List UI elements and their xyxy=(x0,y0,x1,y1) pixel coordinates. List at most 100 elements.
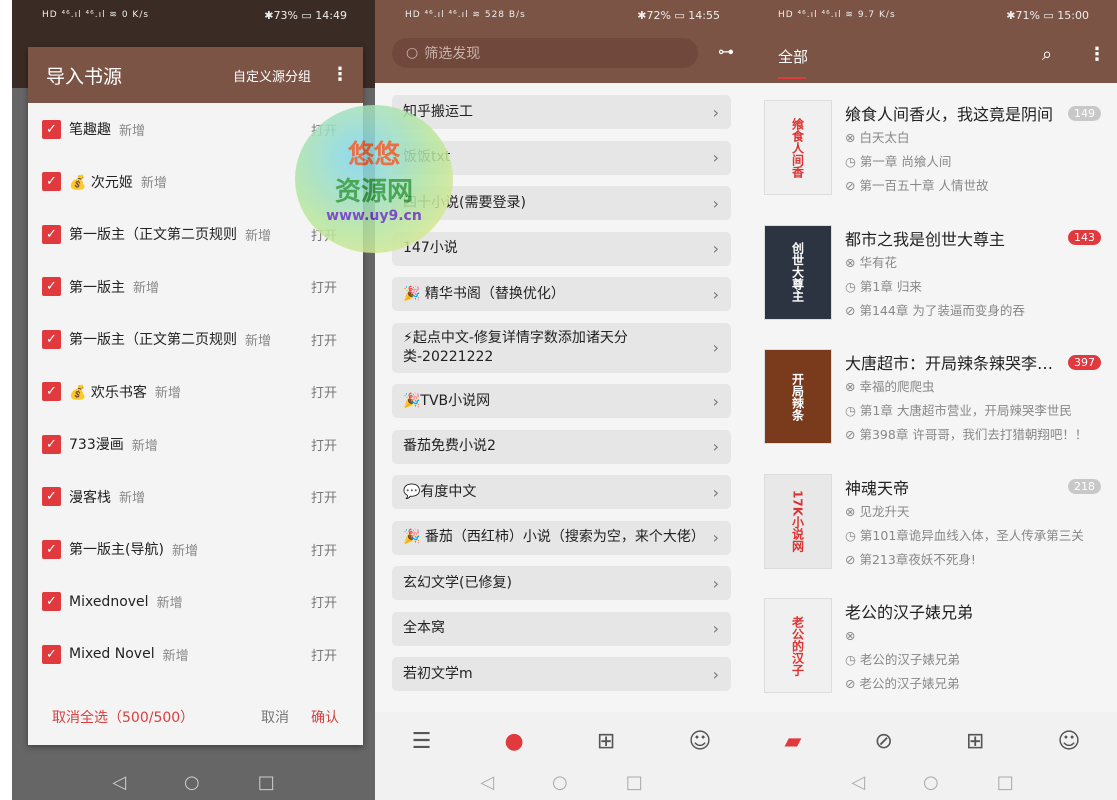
status-right: ✱71% ▭ 15:00 xyxy=(1006,8,1089,22)
book-author-text: 华有花 xyxy=(859,254,897,270)
source-item[interactable]: ✓ Mixednovel 新增 打开 xyxy=(28,576,363,629)
profile-icon[interactable]: ☺ xyxy=(688,729,711,754)
source-item[interactable]: ✓ 💰 欢乐书客 新增 打开 xyxy=(28,366,363,419)
open-button[interactable]: 打开 xyxy=(311,540,337,559)
explore-item[interactable]: 💬有度中文 › xyxy=(392,475,731,509)
explore-item[interactable]: 🎉TVB小说网 › xyxy=(392,384,731,418)
recents-icon[interactable]: □ xyxy=(626,772,643,793)
watermark-line: 资源网 xyxy=(334,177,413,207)
source-item[interactable]: ✓ 733漫画 新增 打开 xyxy=(28,418,363,471)
open-button[interactable]: 打开 xyxy=(311,382,337,401)
bookshelf-icon[interactable]: ▰ xyxy=(785,729,802,754)
book-title: 老公的汉子婊兄弟 xyxy=(845,603,974,622)
search-icon[interactable]: ⌕ xyxy=(1042,44,1052,65)
explore-icon[interactable]: ⊘ xyxy=(875,729,893,754)
checkbox-checked-icon[interactable]: ✓ xyxy=(42,592,61,612)
explore-item[interactable]: 若初文学m › xyxy=(392,657,731,691)
book-read: ◷ 第1章 归来 xyxy=(845,275,1101,299)
system-nav: ◁ ○ □ xyxy=(12,764,375,800)
checkbox-checked-icon[interactable]: ✓ xyxy=(42,172,61,192)
open-button[interactable]: 打开 xyxy=(311,330,337,349)
explore-item[interactable]: 🎉 精华书阁（替换优化） › xyxy=(392,277,731,311)
source-item[interactable]: ✓ 漫客栈 新增 打开 xyxy=(28,471,363,524)
open-button[interactable]: 打开 xyxy=(311,435,337,454)
source-item[interactable]: ✓ 第一版主(导航) 新增 打开 xyxy=(28,523,363,576)
explore-item-label: ⚡起点中文-修复详情字数添加诸天分类-20221222 xyxy=(403,329,628,365)
author-icon: ⊗ xyxy=(845,130,856,145)
back-icon[interactable]: ◁ xyxy=(112,772,126,793)
explore-item[interactable]: ⚡起点中文-修复详情字数添加诸天分类-20221222 › xyxy=(392,322,731,373)
book-cover: 17K小说网 xyxy=(764,473,832,569)
open-button[interactable]: 打开 xyxy=(311,592,337,611)
custom-group-button[interactable]: 自定义源分组 xyxy=(233,66,311,85)
filter-search-input[interactable]: ○ 筛选发现 xyxy=(392,38,698,68)
book-info: 老公的汉子婊兄弟 ⊗ ◷ 老公的汉子婊兄弟 ⊘ 老公的汉子婊兄弟 xyxy=(845,598,1101,723)
book-item[interactable]: 老公的汉子 老公的汉子婊兄弟 ⊗ ◷ 老公的汉子婊兄弟 ⊘ 老公的汉子婊兄弟 xyxy=(764,598,1101,723)
explore-item[interactable]: 知乎搬运工 › xyxy=(392,95,731,129)
bookshelf-icon[interactable]: ☰ xyxy=(412,729,432,754)
back-icon[interactable]: ◁ xyxy=(851,772,865,793)
chevron-right-icon: › xyxy=(712,528,719,547)
book-title: 大唐超市：开局辣条辣哭李世民 xyxy=(845,354,1062,373)
home-icon[interactable]: ○ xyxy=(552,772,568,793)
home-icon[interactable]: ○ xyxy=(184,772,200,793)
explore-item[interactable]: 147小说 › xyxy=(392,231,731,266)
cancel-button[interactable]: 取消 xyxy=(261,707,289,727)
more-vert-icon[interactable]: ⋮ xyxy=(1088,44,1106,65)
source-item[interactable]: ✓ Mixed Novel 新增 打开 xyxy=(28,628,363,681)
explore-icon[interactable]: ● xyxy=(504,729,523,754)
status-right: ✱73% ▭ 14:49 xyxy=(264,8,347,22)
import-source-screen: HD ⁴⁶.ıl ⁴⁶.ıl ≋ 0 K/s ✱73% ▭ 14:49 导入书源 … xyxy=(12,0,375,800)
checkbox-checked-icon[interactable]: ✓ xyxy=(42,119,61,139)
checkbox-checked-icon[interactable]: ✓ xyxy=(42,644,61,664)
open-button[interactable]: 打开 xyxy=(311,487,337,506)
group-icon[interactable]: ⊶ xyxy=(718,42,734,61)
deselect-all-button[interactable]: 取消全选（500/500） xyxy=(52,707,261,727)
checkbox-checked-icon[interactable]: ✓ xyxy=(42,329,61,349)
clock-icon: ◷ xyxy=(845,403,856,418)
book-item[interactable]: 开局辣条 大唐超市：开局辣条辣哭李世民 397 ⊗ 幸福的爬爬虫 ◷ 第1章 大唐超市营业，… xyxy=(764,349,1101,474)
explore-item[interactable]: 玄幻文学(已修复) › xyxy=(392,566,731,600)
bookmark-icon[interactable]: ⊞ xyxy=(966,729,984,754)
checkbox-checked-icon[interactable]: ✓ xyxy=(42,487,61,507)
explore-item[interactable]: 全本窝 › xyxy=(392,611,731,646)
open-button[interactable]: 打开 xyxy=(311,645,337,664)
explore-item-label: 番茄免费小说2 xyxy=(403,438,496,454)
checkbox-checked-icon[interactable]: ✓ xyxy=(42,434,61,454)
latest-chapter-icon: ⊘ xyxy=(845,551,856,567)
recents-icon[interactable]: □ xyxy=(997,772,1014,793)
book-title-row: 老公的汉子婊兄弟 xyxy=(845,598,1101,624)
more-vert-icon[interactable]: ⋮ xyxy=(331,66,349,84)
explore-item-label: 🎉 番茄（西红柿）小说（搜索为空，来个大佬） xyxy=(403,529,705,545)
open-button[interactable]: 打开 xyxy=(311,277,337,296)
book-item[interactable]: 创世大尊主 都市之我是创世大尊主 143 ⊗ 华有花 ◷ 第1章 归来 ⊘ 第144章 为了装逼… xyxy=(764,224,1101,350)
search-icon: ○ xyxy=(406,45,419,61)
clock-icon: ◷ xyxy=(845,527,856,543)
book-author-text: 白天太白 xyxy=(859,130,910,145)
profile-icon[interactable]: ☺ xyxy=(1058,729,1081,754)
bookmark-icon[interactable]: ⊞ xyxy=(597,729,615,754)
source-item[interactable]: ✓ 第一版主 新增 打开 xyxy=(28,261,363,314)
checkbox-checked-icon[interactable]: ✓ xyxy=(42,277,61,297)
explore-item[interactable]: 番茄免费小说2 › xyxy=(392,429,731,464)
book-latest-text: 老公的汉子婊兄弟 xyxy=(859,676,960,691)
book-item[interactable]: 17K小说网 神魂天帝 218 ⊗ 见龙升天 ◷ 第101章诡异血线入体，圣人传承第三关 ⊘ 第… xyxy=(764,473,1101,599)
book-read-text: 老公的汉子婊兄弟 xyxy=(859,652,960,667)
source-item[interactable]: ✓ 第一版主（正文第二页规则新增 打开 xyxy=(28,313,363,366)
back-icon[interactable]: ◁ xyxy=(480,772,494,793)
book-item[interactable]: 飨食人间香 飨食人间香火，我这竟是阴间 149 ⊗ 白天太白 ◷ 第一章 尚飨人间 ⊘ 第一百五… xyxy=(764,100,1101,225)
checkbox-checked-icon[interactable]: ✓ xyxy=(42,539,61,559)
book-latest: ⊘ 老公的汉子婊兄弟 xyxy=(845,672,1101,696)
checkbox-checked-icon[interactable]: ✓ xyxy=(42,382,61,402)
confirm-button[interactable]: 确认 xyxy=(311,707,339,727)
book-read: ◷ 第一章 尚飨人间 xyxy=(845,150,1101,174)
home-icon[interactable]: ○ xyxy=(923,772,939,793)
book-title: 神魂天帝 xyxy=(845,478,910,498)
source-status: 新增 xyxy=(131,438,158,454)
explore-item[interactable]: 🎉 番茄（西红柿）小说（搜索为空，来个大佬） › xyxy=(392,520,731,555)
explore-item-label: 若初文学m xyxy=(403,665,473,682)
source-name: 733漫画 xyxy=(69,437,124,454)
tab-all[interactable]: 全部 xyxy=(778,46,808,79)
recents-icon[interactable]: □ xyxy=(258,772,275,793)
checkbox-checked-icon[interactable]: ✓ xyxy=(42,224,61,244)
